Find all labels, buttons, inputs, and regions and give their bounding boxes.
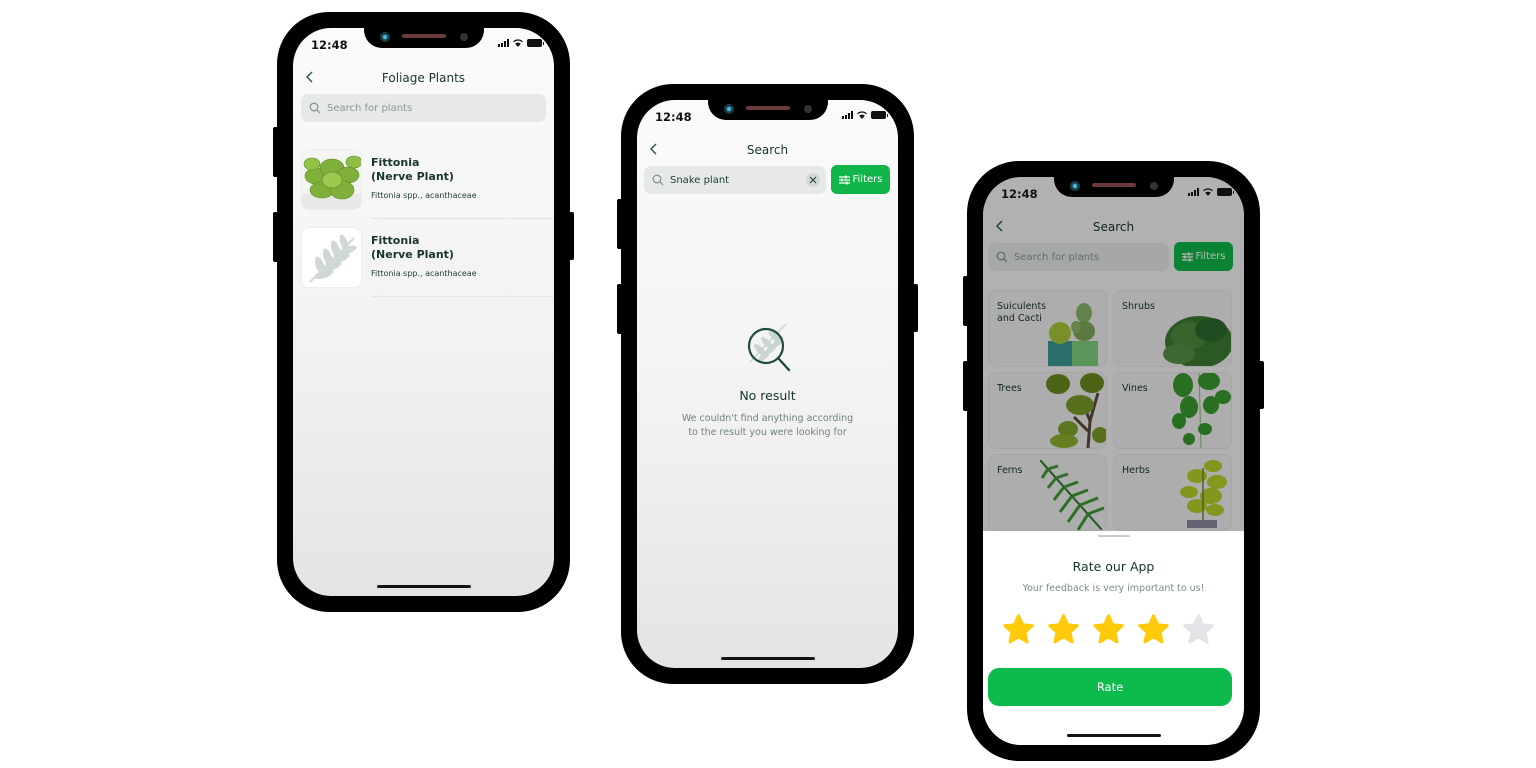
search-value: Snake plant <box>670 174 730 186</box>
plant-name: Fittonia (Nerve Plant) <box>371 156 454 183</box>
divider <box>371 218 554 219</box>
star-filled-icon[interactable] <box>1046 613 1081 647</box>
list-item[interactable]: Fittonia (Nerve Plant) Fittonia spp., ac… <box>301 149 554 219</box>
home-indicator[interactable] <box>376 585 471 588</box>
power-button <box>568 212 574 260</box>
plant-name: Fittonia (Nerve Plant) <box>371 234 454 261</box>
volume-down-button <box>617 284 623 334</box>
signal-icon <box>1188 188 1199 196</box>
status-time: 12:48 <box>311 38 348 52</box>
search-icon <box>309 102 321 114</box>
volume-down-button <box>273 212 279 262</box>
fittonia-photo <box>301 149 362 210</box>
star-rating <box>1001 613 1216 647</box>
empty-message: We couldn't find anything according to t… <box>681 413 854 438</box>
screen-foliage-plants: 12:48 Foliage Plants Search for plants F… <box>293 28 554 596</box>
volume-up-button <box>273 127 279 177</box>
signal-icon <box>842 111 853 119</box>
search-leaf-icon <box>747 323 790 372</box>
search-icon <box>652 174 664 186</box>
plant-scientific-name: Fittonia spp., acanthaceae <box>371 269 477 278</box>
rate-subtitle: Your feedback is very important to us! <box>1022 583 1205 594</box>
star-empty-icon[interactable] <box>1181 613 1216 647</box>
screen-search-rate: 12:48 Search Search for plants Filters S… <box>983 177 1244 745</box>
battery-icon <box>871 111 888 119</box>
sliders-icon <box>838 175 850 184</box>
battery-icon <box>1217 188 1234 196</box>
search-input[interactable]: Snake plant <box>644 166 826 194</box>
wifi-icon <box>857 111 867 119</box>
volume-up-button <box>963 276 969 326</box>
notch <box>363 28 484 48</box>
page-title: Foliage Plants <box>381 71 466 85</box>
close-icon <box>809 176 817 184</box>
notch <box>1053 177 1174 197</box>
signal-icon <box>498 39 509 47</box>
search-input[interactable]: Search for plants <box>301 94 546 122</box>
star-filled-icon[interactable] <box>1091 613 1126 647</box>
power-button <box>1258 361 1264 409</box>
page-title: Search <box>746 143 789 157</box>
status-time: 12:48 <box>655 110 692 124</box>
rate-app-sheet: Rate our App Your feedback is very impor… <box>983 531 1244 745</box>
plant-scientific-name: Fittonia spp., acanthaceae <box>371 191 477 200</box>
leaf-placeholder-icon <box>301 227 362 288</box>
search-placeholder: Search for plants <box>327 102 413 114</box>
phone-search-rate: 12:48 Search Search for plants Filters S… <box>963 161 1264 761</box>
status-time: 12:48 <box>1001 187 1038 201</box>
filters-label: Filters <box>852 174 883 185</box>
home-indicator[interactable] <box>1066 734 1161 737</box>
power-button <box>912 284 918 332</box>
screen-search-no-result: 12:48 Search Snake plant Filters No resu… <box>637 100 898 668</box>
volume-up-button <box>617 199 623 249</box>
battery-icon <box>527 39 544 47</box>
rate-heading: Rate our App <box>1072 559 1155 574</box>
home-indicator[interactable] <box>720 657 815 660</box>
nav-bar: Foliage Plants <box>293 68 554 92</box>
star-filled-icon[interactable] <box>1001 613 1036 647</box>
phone-foliage-plants: 12:48 Foliage Plants Search for plants F… <box>273 12 574 612</box>
clear-search-button[interactable] <box>806 173 820 187</box>
wifi-icon <box>513 39 523 47</box>
nav-bar: Search <box>637 140 898 164</box>
list-item[interactable]: Fittonia (Nerve Plant) Fittonia spp., ac… <box>301 227 554 297</box>
volume-down-button <box>963 361 969 411</box>
phone-search-no-result: 12:48 Search Snake plant Filters No resu… <box>617 84 918 684</box>
divider <box>371 296 554 297</box>
empty-state: No result We couldn't find anything acco… <box>637 320 898 440</box>
wifi-icon <box>1203 188 1213 196</box>
notch <box>707 100 828 120</box>
empty-heading: No result <box>739 388 796 403</box>
filters-button[interactable]: Filters <box>831 165 890 194</box>
rate-button[interactable]: Rate <box>988 668 1232 706</box>
sheet-drag-handle[interactable] <box>1097 535 1130 537</box>
star-filled-icon[interactable] <box>1136 613 1171 647</box>
